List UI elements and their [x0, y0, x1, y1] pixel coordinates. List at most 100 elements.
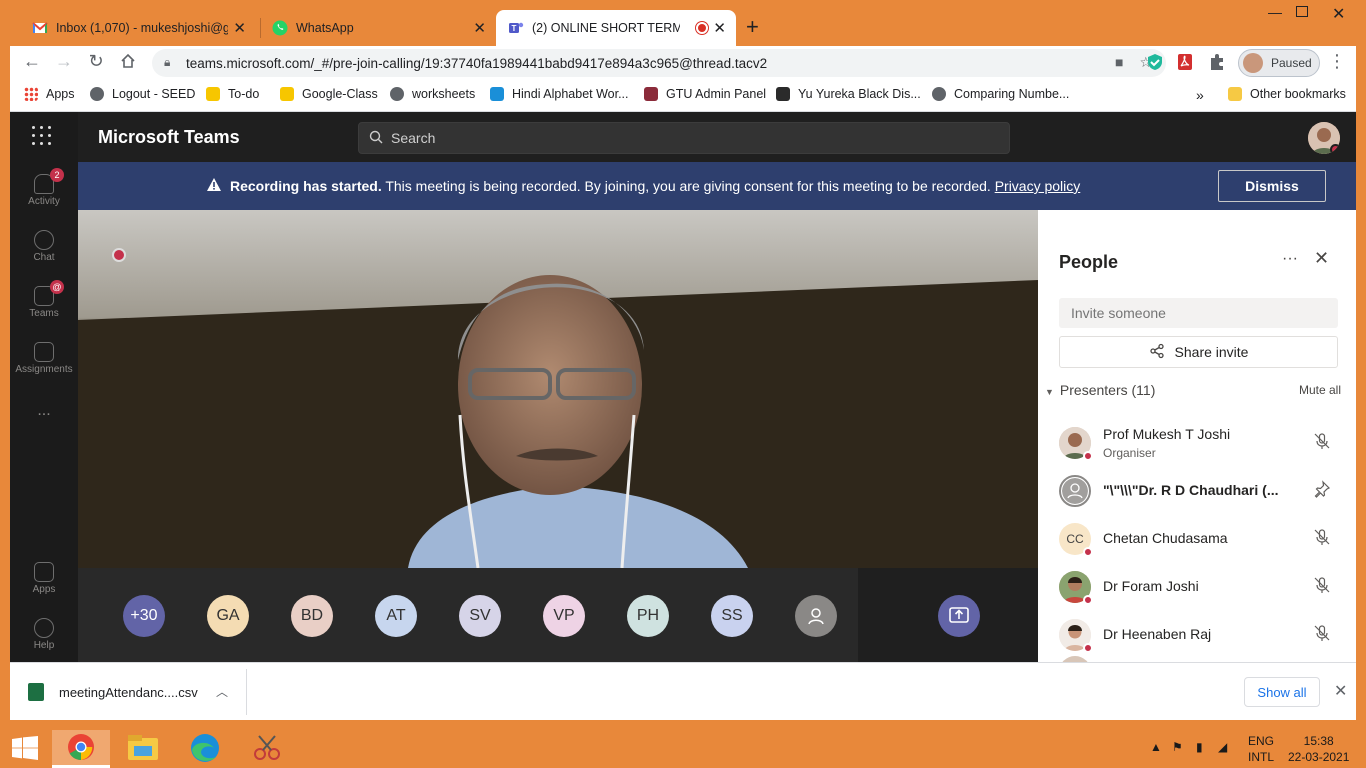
invite-someone-input[interactable] [1059, 298, 1338, 328]
rail-item-activity[interactable]: 2 Activity [10, 168, 78, 207]
mic-off-icon[interactable] [1313, 624, 1331, 642]
bookmark-gtu-admin[interactable]: GTU Admin Panel [644, 87, 766, 101]
participant-row[interactable]: Prof Mukesh T Joshi Organiser [1059, 424, 1339, 466]
recording-banner: Recording has started. This meeting is b… [78, 162, 1356, 210]
back-icon[interactable]: ← [20, 51, 44, 72]
profile-button[interactable]: Paused [1238, 49, 1320, 77]
minimize-icon[interactable]: — [1268, 4, 1282, 20]
notification-flag-icon[interactable]: ⚑ [1172, 740, 1183, 754]
forward-icon[interactable]: → [52, 51, 76, 72]
bookmarks-overflow-button[interactable]: » [1196, 87, 1204, 103]
bookmark-apps[interactable]: Apps [24, 87, 75, 101]
banner-text: This meeting is being recorded. By joini… [381, 178, 995, 194]
tab-strip: Inbox (1,070) - mukeshjoshi@gc ✕ WhatsAp… [10, 0, 1356, 46]
tab-teams[interactable]: T (2) ONLINE SHORT TERM TR ✕ [496, 10, 736, 46]
search-icon [369, 130, 383, 147]
share-screen-button[interactable] [938, 595, 980, 637]
rail-item-assignments[interactable]: Assignments [10, 342, 78, 375]
close-icon[interactable]: ✕ [473, 19, 486, 37]
participant-row[interactable]: Dr Foram Joshi [1059, 568, 1339, 610]
dismiss-button[interactable]: Dismiss [1218, 170, 1326, 202]
participant-avatar[interactable] [795, 595, 837, 637]
participant-row[interactable]: Dr Heenaben Raj [1059, 616, 1339, 658]
participant-name: Dr Heenaben Raj [1103, 626, 1212, 642]
home-icon[interactable] [116, 51, 140, 74]
close-icon[interactable]: ✕ [1334, 681, 1347, 701]
browser-menu-icon[interactable]: ⋮ [1328, 51, 1346, 72]
bookmark-logout-seed[interactable]: Logout - SEED [90, 87, 195, 101]
participant-avatar[interactable]: SS [711, 595, 753, 637]
camera-icon[interactable]: ■ [1115, 54, 1123, 71]
participant-row[interactable]: CC Chetan Chudasama [1059, 520, 1339, 562]
participant-avatar[interactable]: VP [543, 595, 585, 637]
close-window-icon[interactable]: ✕ [1332, 4, 1345, 24]
close-icon[interactable]: ✕ [233, 19, 246, 37]
edge-icon[interactable] [176, 730, 234, 768]
file-explorer-icon[interactable] [114, 730, 172, 768]
participant-avatar[interactable]: PH [627, 595, 669, 637]
privacy-policy-link[interactable]: Privacy policy [995, 178, 1081, 194]
close-icon[interactable]: ✕ [713, 19, 726, 37]
rail-item-chat[interactable]: Chat [10, 230, 78, 263]
app-launcher-icon[interactable] [32, 126, 54, 148]
participant-video [78, 210, 1038, 568]
classroom-icon [280, 87, 294, 101]
chevron-up-icon[interactable]: ︿ [216, 683, 228, 700]
more-participants-button[interactable]: +30 [123, 595, 165, 637]
rail-item-teams[interactable]: @ Teams [10, 280, 78, 319]
reload-icon[interactable]: ↻ [84, 51, 108, 72]
extension-shield-icon[interactable] [1146, 53, 1166, 73]
bookmark-google-class[interactable]: Google-Class [280, 87, 378, 101]
windows-start-icon[interactable] [12, 736, 38, 760]
participant-name: Prof Mukesh T Joshi [1103, 426, 1231, 442]
chrome-taskbar-icon[interactable] [52, 730, 110, 768]
tab-gmail[interactable]: Inbox (1,070) - mukeshjoshi@gc ✕ [20, 10, 256, 46]
address-bar[interactable]: 🔒︎ teams.microsoft.com/_#/pre-join-calli… [152, 49, 1166, 77]
globe-icon [90, 87, 104, 101]
pin-icon[interactable] [1313, 480, 1331, 498]
participant-avatar[interactable]: SV [459, 595, 501, 637]
close-icon[interactable]: ✕ [1314, 248, 1329, 269]
rail-item-apps[interactable]: Apps [10, 562, 78, 595]
pdf-extension-icon[interactable] [1176, 53, 1196, 73]
tray-overflow-icon[interactable]: ▲ [1150, 740, 1162, 754]
share-invite-button[interactable]: Share invite [1059, 336, 1338, 368]
mic-off-icon[interactable] [1313, 576, 1331, 594]
show-all-button[interactable]: Show all [1244, 677, 1320, 707]
participant-row[interactable]: "\"\\\"Dr. R D Chaudhari (... [1059, 472, 1339, 514]
rail-item-help[interactable]: Help [10, 618, 78, 651]
user-avatar[interactable] [1308, 122, 1340, 154]
download-item[interactable]: meetingAttendanc....csv [28, 683, 198, 701]
input-language[interactable]: ENG INTL [1248, 733, 1274, 765]
participant-strip: +30 GA BD AT SV VP PH SS [78, 568, 858, 662]
bookmark-todo[interactable]: To-do [206, 87, 259, 101]
more-options-icon[interactable]: ··· [1282, 250, 1298, 268]
search-input[interactable]: Search [358, 122, 1010, 154]
mute-all-button[interactable]: Mute all [1299, 383, 1341, 397]
new-tab-button[interactable]: + [746, 14, 759, 40]
tab-whatsapp[interactable]: WhatsApp ✕ [260, 10, 496, 46]
presenters-section[interactable]: ▼ Presenters (11) Mute all [1045, 382, 1341, 398]
other-bookmarks[interactable]: Other bookmarks [1228, 87, 1346, 101]
bookmark-hindi-alphabet[interactable]: Hindi Alphabet Wor... [490, 87, 629, 101]
bookmark-yu-yureka[interactable]: Yu Yureka Black Dis... [776, 87, 921, 101]
more-apps-icon[interactable]: ... [10, 402, 78, 420]
mic-off-icon[interactable] [1313, 432, 1331, 450]
network-icon[interactable]: ◢ [1218, 740, 1227, 754]
battery-icon[interactable]: ▮ [1196, 740, 1203, 754]
maximize-icon[interactable] [1296, 6, 1308, 17]
puzzle-extensions-icon[interactable] [1208, 53, 1228, 73]
bookmark-comparing-numbers[interactable]: Comparing Numbe... [932, 87, 1069, 101]
mic-off-icon[interactable] [1313, 528, 1331, 546]
browser-window: Inbox (1,070) - mukeshjoshi@gc ✕ WhatsAp… [10, 0, 1356, 720]
avatar [1243, 53, 1263, 73]
participant-name: "\"\\\"Dr. R D Chaudhari (... [1103, 482, 1279, 498]
participant-name: Chetan Chudasama [1103, 530, 1228, 546]
participant-avatar[interactable]: GA [207, 595, 249, 637]
participant-avatar[interactable]: BD [291, 595, 333, 637]
snipping-tool-icon[interactable] [238, 730, 296, 768]
participant-avatar[interactable]: AT [375, 595, 417, 637]
presence-busy-icon [1083, 547, 1093, 557]
bookmark-worksheets[interactable]: worksheets [390, 87, 475, 101]
system-clock[interactable]: 15:38 22-03-2021 [1288, 733, 1349, 765]
